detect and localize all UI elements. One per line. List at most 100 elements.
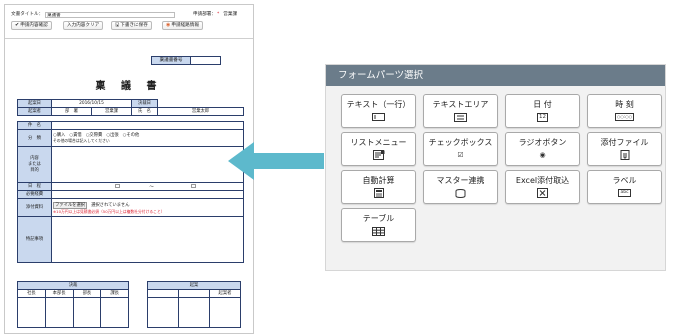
dept-col-label: 部 署 xyxy=(51,107,92,116)
attachment-icon xyxy=(620,150,630,160)
form-parts-panel: フォームパーツ選択 テキスト（一行） テキストエリア 日 付 12 時 刻 ○○… xyxy=(325,64,666,271)
notes-textarea[interactable] xyxy=(51,216,244,263)
clock-icon-text: ○○:○○ xyxy=(614,113,635,121)
stamp-cell xyxy=(44,297,74,328)
part-label: テーブル xyxy=(362,214,395,223)
review-header: 起案 xyxy=(147,281,241,290)
category-option[interactable]: ○その他 xyxy=(123,133,140,138)
subject-label: 件 名 xyxy=(17,121,52,130)
doc-title-input[interactable]: 稟議書 xyxy=(45,12,176,18)
save-icon: 🖫 xyxy=(115,22,120,28)
part-label: ラジオボタン xyxy=(518,138,567,147)
part-time[interactable]: 時 刻 ○○:○○ xyxy=(587,94,662,128)
part-date[interactable]: 日 付 12 xyxy=(505,94,580,128)
attachment-note: ※10万円以上は見積書必須（50万円以上は複数社分付けること） xyxy=(53,208,165,214)
part-label: Excel添付取込 xyxy=(515,176,570,185)
subject-input[interactable] xyxy=(51,121,244,130)
part-label: 時 刻 xyxy=(615,100,634,109)
calculator-icon xyxy=(373,188,384,198)
schedule-label: 日 程 xyxy=(17,182,52,191)
save-draft-label: 下書きに保存 xyxy=(120,23,148,28)
part-radio[interactable]: ラジオボタン ◉ xyxy=(505,132,580,166)
left-arrow-icon xyxy=(228,142,324,180)
draft-date-value[interactable]: 2016/10/15 xyxy=(51,99,132,108)
attachment-label: 添付資料 xyxy=(17,198,52,217)
body-table: 件 名 分 類 ○購入 ○賃借 ○交際費 ○出張 ○その他 その他の場合は記入し… xyxy=(17,121,244,263)
approval-header: 決裁 xyxy=(17,281,129,290)
part-label[interactable]: ラベル abc xyxy=(587,170,662,204)
file-select-button[interactable]: ファイルを選択 xyxy=(53,201,88,209)
schedule-start-picker[interactable] xyxy=(115,183,120,188)
doc-number-value xyxy=(191,56,221,65)
name-col-label: 氏 名 xyxy=(131,107,158,116)
schedule-cell: ～ xyxy=(51,182,244,191)
doc-title-label: 文書タイトル： xyxy=(11,12,44,17)
stamp-cell xyxy=(209,297,241,328)
decide-date-label: 決裁日 xyxy=(131,99,158,108)
part-excel-import[interactable]: Excel添付取込 xyxy=(505,170,580,204)
schedule-separator: ～ xyxy=(149,184,154,190)
part-table[interactable]: テーブル xyxy=(341,208,416,242)
radio-icon: ◉ xyxy=(539,150,546,159)
route-info-label: 申請経路情報 xyxy=(171,23,199,28)
clear-button-label: 入力内容クリア xyxy=(67,23,100,28)
part-auto-calc[interactable]: 自動計算 xyxy=(341,170,416,204)
check-button[interactable]: ✔ 申請内容確認 xyxy=(11,21,52,30)
review-table: 起案 起案者 xyxy=(147,281,241,328)
calendar-icon-text: 12 xyxy=(537,112,548,122)
category-note: その他の場合は記入してください xyxy=(53,138,110,143)
part-label: テキスト（一行） xyxy=(346,100,411,109)
approval-col: 本部長 xyxy=(44,289,74,298)
stamp-cell xyxy=(178,297,210,328)
excel-import-icon xyxy=(537,188,548,198)
panel-title: フォームパーツ選択 xyxy=(326,65,665,86)
part-label: 自動計算 xyxy=(362,176,395,185)
part-label-text: ラベル xyxy=(612,176,637,185)
form-title: 稟 議 書 xyxy=(95,81,163,92)
notes-label: 特記事項 xyxy=(17,216,52,263)
dept-label: 申請部署： xyxy=(193,12,216,17)
textarea-icon xyxy=(454,112,467,122)
part-text-line[interactable]: テキスト（一行） xyxy=(341,94,416,128)
stamp-cell xyxy=(72,297,102,328)
schedule-end-picker[interactable] xyxy=(191,183,197,188)
check-button-label: 申請内容確認 xyxy=(20,23,48,28)
part-label: チェックボックス xyxy=(428,138,493,147)
part-label: マスター連携 xyxy=(436,176,485,185)
label-icon-text: abc xyxy=(618,189,631,197)
review-col: 起案者 xyxy=(209,289,241,298)
clear-button[interactable]: 入力内容クリア xyxy=(63,21,104,30)
part-label: 日 付 xyxy=(533,100,552,109)
dept-col-value: 営業課 xyxy=(91,107,132,116)
file-status: 選択されていません xyxy=(91,202,130,208)
drafter-label: 起案者 xyxy=(17,107,52,116)
clock-icon: ○○:○○ xyxy=(614,112,635,122)
category-cell: ○購入 ○賃借 ○交際費 ○出張 ○その他 その他の場合は記入してください xyxy=(51,129,244,147)
route-icon: ◉ xyxy=(166,22,171,28)
decide-date-value xyxy=(157,99,244,108)
part-textarea[interactable]: テキストエリア xyxy=(423,94,498,128)
approval-table: 決裁 社長 本部長 部長 課長 xyxy=(17,281,129,328)
cost-input[interactable] xyxy=(51,190,244,199)
header-table: 起案日 2016/10/15 決裁日 起案者 部 署 営業課 氏 名 営業太郎 xyxy=(17,99,244,116)
table-icon xyxy=(372,226,385,236)
part-checkbox[interactable]: チェックボックス ☑ xyxy=(423,132,498,166)
review-col xyxy=(178,289,210,298)
route-info-button[interactable]: ◉ 申請経路情報 xyxy=(162,21,203,30)
label-icon: abc xyxy=(618,188,631,198)
part-master-link[interactable]: マスター連携 xyxy=(423,170,498,204)
text-line-icon xyxy=(372,112,385,122)
calendar-icon: 12 xyxy=(537,112,548,122)
approval-col: 部長 xyxy=(72,289,102,298)
part-attachment[interactable]: 添付ファイル xyxy=(587,132,662,166)
part-list-menu[interactable]: リストメニュー xyxy=(341,132,416,166)
category-label: 分 類 xyxy=(17,129,52,147)
form-preview: 文書タイトル： 稟議書 申請部署： * 営業課 ✔ 申請内容確認 入力内容クリア… xyxy=(4,4,254,334)
content-textarea[interactable] xyxy=(51,146,244,183)
save-draft-button[interactable]: 🖫 下書きに保存 xyxy=(111,21,152,30)
master-link-icon xyxy=(455,188,466,198)
divider xyxy=(5,38,253,39)
doc-number-label: 稟議書番号 xyxy=(151,56,191,65)
approval-col: 社長 xyxy=(17,289,46,298)
draft-date-label: 起案日 xyxy=(17,99,52,108)
